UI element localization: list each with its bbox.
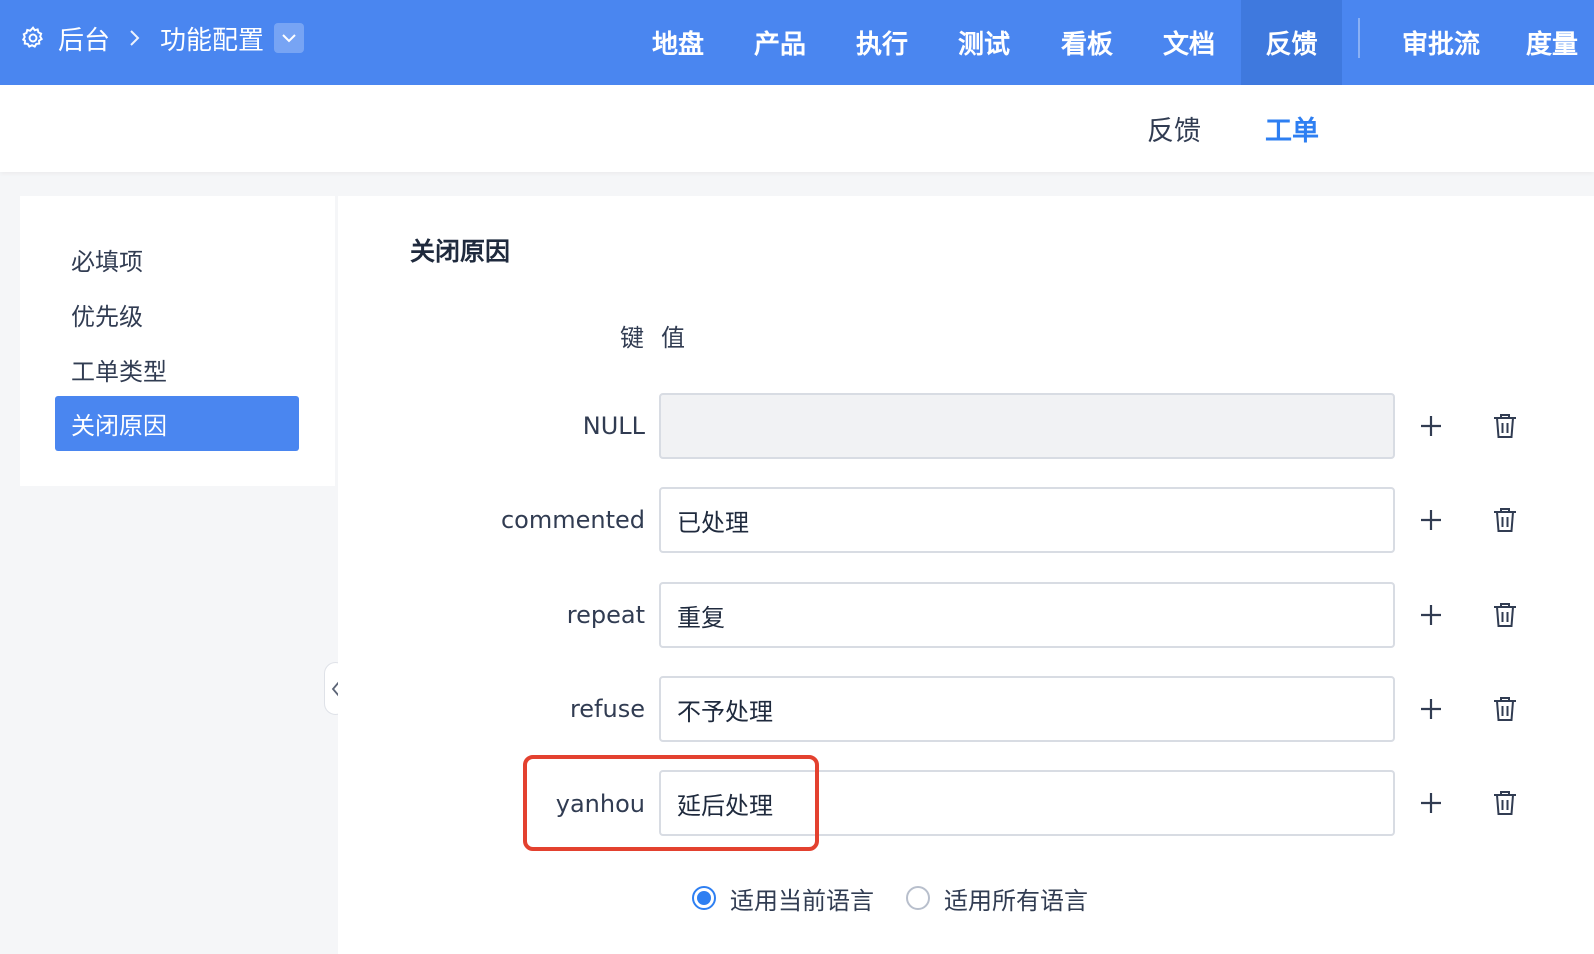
- delete-row-button[interactable]: [1487, 408, 1523, 444]
- row-value-input[interactable]: [659, 676, 1395, 742]
- add-row-button[interactable]: [1413, 502, 1449, 538]
- nav-item-kanban[interactable]: 看板: [1037, 0, 1137, 85]
- subtab-feedback[interactable]: 反馈: [1147, 85, 1201, 172]
- nav-item-dipan[interactable]: 地盘: [628, 0, 728, 85]
- radio-label: 适用当前语言: [730, 886, 874, 915]
- nav-item-metrics[interactable]: 度量: [1526, 0, 1594, 85]
- radio-label: 适用所有语言: [944, 886, 1088, 915]
- sidebar-item-close-reason[interactable]: 关闭原因: [55, 396, 299, 451]
- nav-item-approval-flow[interactable]: 审批流: [1385, 0, 1497, 85]
- nav-item-docs[interactable]: 文档: [1139, 0, 1239, 85]
- language-scope-radio-group: 适用当前语言 适用所有语言: [692, 880, 1120, 916]
- column-header-value: 值: [661, 324, 685, 352]
- breadcrumb-root[interactable]: 后台: [58, 20, 110, 57]
- row-key-label: refuse: [569, 695, 645, 723]
- row-key-label: yanhou: [555, 790, 645, 818]
- trash-icon: [1494, 603, 1516, 627]
- sidebar-item-priority[interactable]: 优先级: [55, 287, 299, 342]
- delete-row-button[interactable]: [1487, 785, 1523, 821]
- row-value-input[interactable]: [659, 393, 1395, 459]
- main-panel: 关闭原因 键 值 NULL commented repeat refuse ya…: [338, 196, 1594, 954]
- nav-item-feedback[interactable]: 反馈: [1241, 0, 1342, 85]
- row-key-label: commented: [500, 506, 645, 534]
- plus-icon: [1421, 510, 1441, 530]
- page-title: 关闭原因: [410, 237, 511, 266]
- radio-checked[interactable]: [692, 886, 716, 910]
- row-key-label: repeat: [566, 601, 645, 629]
- trash-icon: [1494, 508, 1516, 532]
- add-row-button[interactable]: [1413, 691, 1449, 727]
- plus-icon: [1421, 605, 1441, 625]
- delete-row-button[interactable]: [1487, 502, 1523, 538]
- sidebar-item-required-fields[interactable]: 必填项: [55, 232, 299, 287]
- trash-icon: [1494, 414, 1516, 438]
- delete-row-button[interactable]: [1487, 597, 1523, 633]
- radio-option-current-language[interactable]: 适用当前语言: [692, 881, 874, 916]
- nav-item-product[interactable]: 产品: [730, 0, 830, 85]
- nav-item-execution[interactable]: 执行: [832, 0, 932, 85]
- gear-icon: [20, 25, 46, 51]
- chevron-down-icon: [282, 34, 296, 43]
- sub-navbar: 反馈 工单: [0, 85, 1594, 172]
- nav-item-test[interactable]: 测试: [934, 0, 1034, 85]
- delete-row-button[interactable]: [1487, 691, 1523, 727]
- row-key-label: NULL: [582, 412, 645, 440]
- add-row-button[interactable]: [1413, 408, 1449, 444]
- subtab-ticket[interactable]: 工单: [1265, 85, 1319, 172]
- row-value-input[interactable]: [659, 487, 1395, 553]
- radio-unchecked[interactable]: [906, 886, 930, 910]
- column-header-key: 键: [620, 324, 644, 352]
- nav-divider: [1358, 18, 1360, 58]
- add-row-button[interactable]: [1413, 785, 1449, 821]
- plus-icon: [1421, 416, 1441, 436]
- top-navbar: 后台 功能配置 地盘 产品 执行 测试 看板 文档 反馈 审批流 度量: [0, 0, 1594, 85]
- breadcrumb: 后台 功能配置: [20, 0, 305, 76]
- radio-option-all-languages[interactable]: 适用所有语言: [906, 881, 1088, 916]
- chevron-right-icon: [128, 28, 142, 48]
- add-row-button[interactable]: [1413, 597, 1449, 633]
- breadcrumb-dropdown-button[interactable]: [274, 23, 305, 53]
- row-value-input[interactable]: [659, 582, 1395, 648]
- settings-sidebar: 必填项 优先级 工单类型 关闭原因: [20, 196, 335, 486]
- plus-icon: [1421, 699, 1441, 719]
- plus-icon: [1421, 793, 1441, 813]
- trash-icon: [1494, 791, 1516, 815]
- sidebar-item-ticket-type[interactable]: 工单类型: [55, 342, 299, 397]
- trash-icon: [1494, 697, 1516, 721]
- row-value-input[interactable]: [659, 770, 1395, 836]
- breadcrumb-current[interactable]: 功能配置: [160, 20, 264, 57]
